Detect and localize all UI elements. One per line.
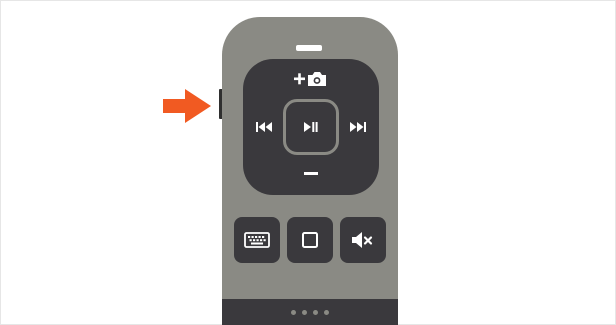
page-indicator [222,299,398,325]
bottom-button-row [234,217,386,263]
mute-button[interactable] [340,217,386,263]
keyboard-button[interactable] [234,217,280,263]
keyboard-icon [244,232,270,248]
previous-track-button[interactable] [251,117,277,137]
add-camera-button[interactable] [293,69,329,89]
add-camera-icon [294,72,326,86]
minus-icon [304,172,318,175]
square-icon [302,232,318,248]
page-dot[interactable] [324,309,329,315]
next-track-button[interactable] [345,117,371,137]
directional-pad [243,59,379,195]
page-indicator-bar [222,299,398,325]
play-pause-icon [304,122,318,132]
volume-down-button[interactable] [297,165,325,183]
mute-icon [352,232,373,248]
remote-control [222,17,398,325]
play-pause-button[interactable] [283,99,339,155]
page-dot[interactable] [291,309,296,315]
previous-track-icon [256,122,272,132]
home-button[interactable] [287,217,333,263]
page-dot[interactable] [302,309,307,315]
next-track-icon [350,122,366,132]
page-dot[interactable] [313,309,318,315]
minus-bar-icon [296,45,322,51]
arrow-right-icon [163,89,211,123]
